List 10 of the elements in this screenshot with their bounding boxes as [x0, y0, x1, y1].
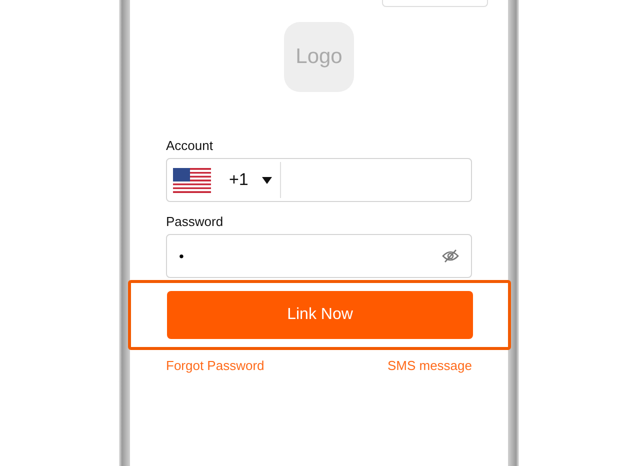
- flag-icon: [173, 168, 211, 192]
- country-code[interactable]: +1: [229, 170, 248, 190]
- password-value: •: [179, 248, 184, 264]
- password-field[interactable]: •: [166, 234, 472, 278]
- password-label: Password: [166, 214, 224, 230]
- eye-off-icon[interactable]: [442, 249, 459, 263]
- logo: Logo: [284, 22, 354, 92]
- caret-icon[interactable]: [262, 176, 272, 184]
- account-field[interactable]: +1: [166, 158, 472, 202]
- account-label: Account: [166, 138, 214, 154]
